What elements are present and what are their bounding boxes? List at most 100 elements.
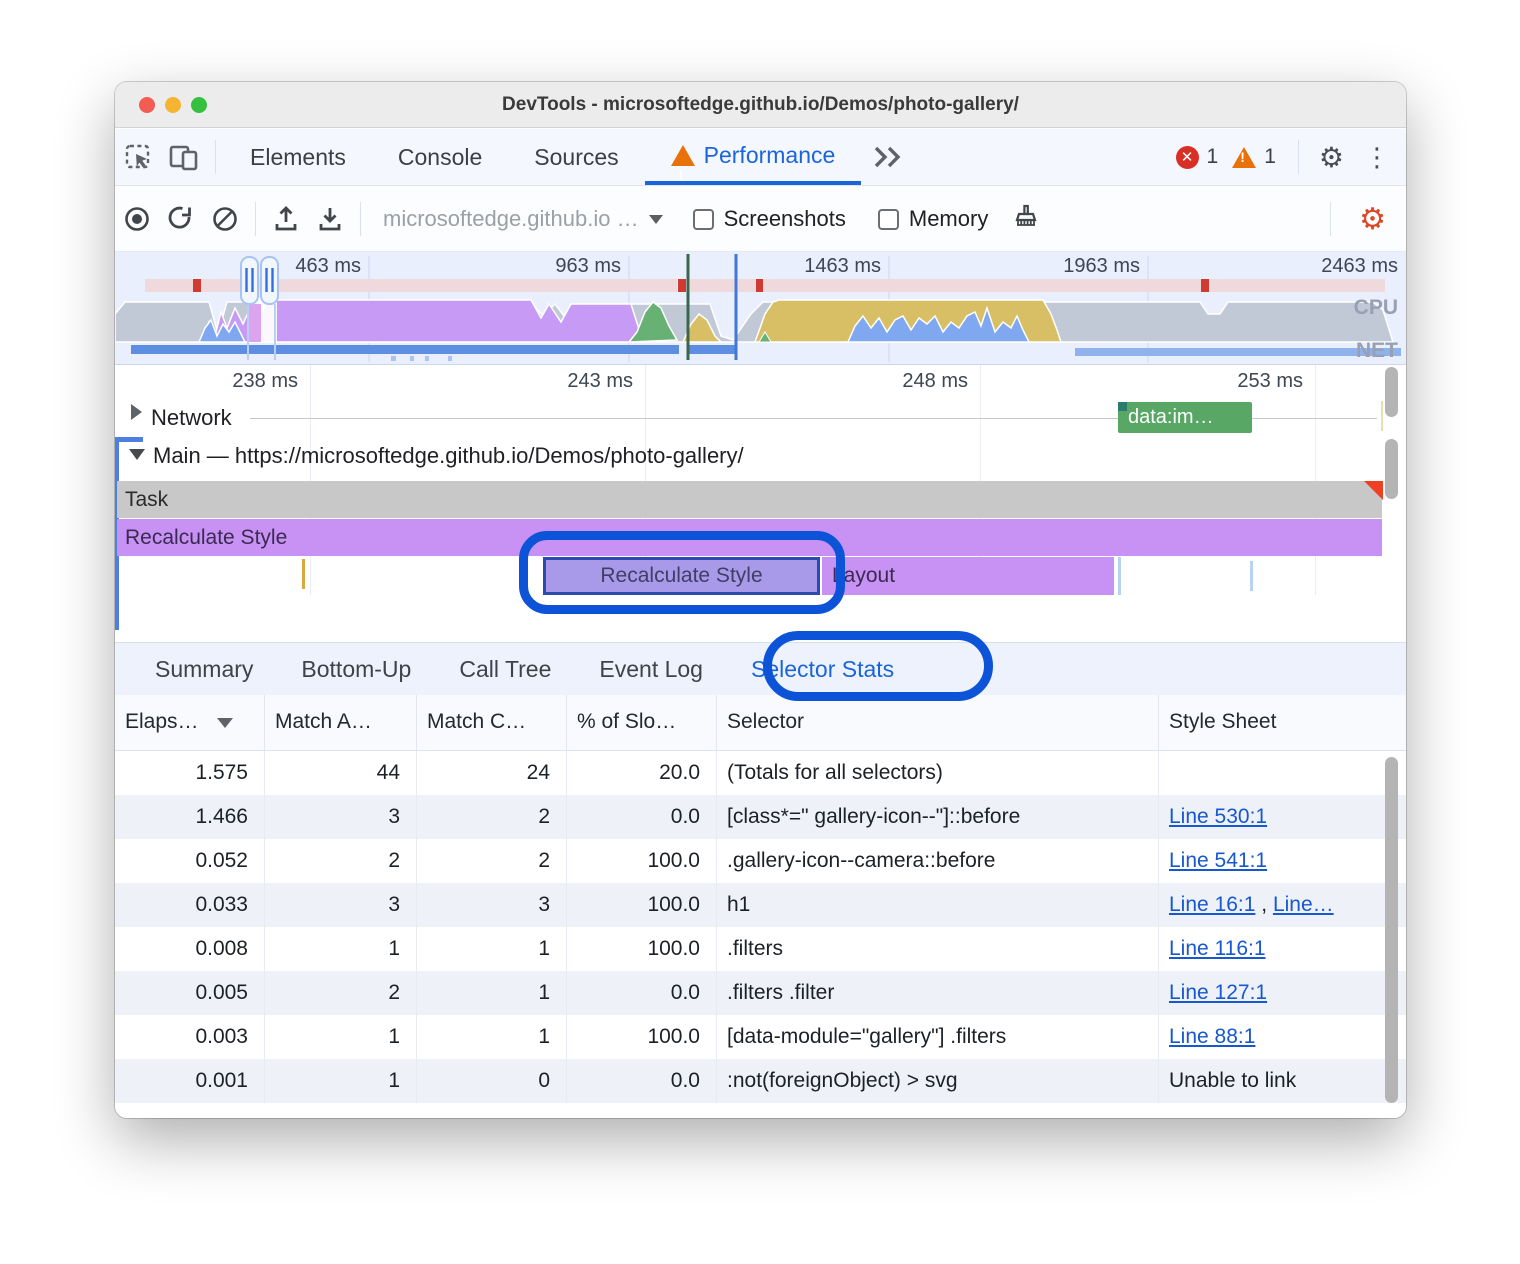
load-profile-button[interactable] <box>264 197 308 241</box>
request-corner-marker <box>1118 402 1127 411</box>
stylesheet-link[interactable]: Line 530:1 <box>1169 805 1267 828</box>
cpu-track-label: CPU <box>1354 296 1398 320</box>
devtools-window: DevTools - microsoftedge.github.io/Demos… <box>115 82 1406 1118</box>
table-row[interactable]: 1.575 44 24 20.0 (Totals for all selecto… <box>115 751 1406 795</box>
tab-sources[interactable]: Sources <box>508 129 644 185</box>
performance-warning-icon <box>671 145 695 166</box>
table-row[interactable]: 0.033 3 3 100.0 h1 Line 16:1 , Line… <box>115 883 1406 927</box>
event-tick <box>1118 557 1121 595</box>
device-toolbar-button[interactable] <box>161 137 207 177</box>
table-row[interactable]: 0.003 1 1 100.0 [data-module="gallery"] … <box>115 1015 1406 1059</box>
window-title: DevTools - microsoftedge.github.io/Demos… <box>115 94 1406 116</box>
network-track-line <box>1252 418 1377 419</box>
clear-recording-button[interactable] <box>203 197 247 241</box>
tab-elements[interactable]: Elements <box>224 129 372 185</box>
col-elapsed[interactable]: Elaps… <box>115 695 265 750</box>
history-dropdown-label: microsoftedge.github.io … <box>383 206 639 232</box>
tab-performance-label: Performance <box>704 127 836 183</box>
stylesheet-link[interactable]: Line 88:1 <box>1169 1025 1255 1048</box>
reload-and-record-button[interactable] <box>159 197 203 241</box>
stylesheet-link[interactable]: Line 127:1 <box>1169 981 1267 1004</box>
divider <box>255 202 256 236</box>
inspect-element-button[interactable] <box>115 137 161 177</box>
network-request-label: data:im… <box>1128 406 1214 428</box>
upload-icon <box>271 204 301 234</box>
table-row[interactable]: 0.005 2 1 0.0 .filters .filter Line 127:… <box>115 971 1406 1015</box>
layout-event-bar[interactable]: Layout <box>822 557 1114 595</box>
annotation-circle-selected-event <box>519 531 845 614</box>
capture-settings-gear-icon[interactable]: ⚙ <box>1339 202 1406 237</box>
record-button[interactable] <box>115 197 159 241</box>
table-row[interactable]: 1.466 3 2 0.0 [class*=" gallery-icon--"]… <box>115 795 1406 839</box>
tab-performance[interactable]: Performance <box>645 129 862 185</box>
inspect-cursor-icon <box>123 142 153 172</box>
tab-console[interactable]: Console <box>372 129 508 185</box>
checkbox-icon[interactable] <box>693 209 714 230</box>
warning-count-icon[interactable] <box>1232 147 1256 168</box>
stylesheet-link[interactable]: Line 116:1 <box>1169 937 1266 960</box>
devtools-tabbar: Elements Console Sources Performance ✕ 1… <box>115 129 1406 186</box>
history-dropdown[interactable]: microsoftedge.github.io … <box>383 206 663 232</box>
network-track-label[interactable]: Network <box>151 405 232 431</box>
table-row[interactable]: 0.001 1 0 0.0 :not(foreignObject) > svg … <box>115 1059 1406 1103</box>
scrollbar-thumb[interactable] <box>1385 757 1398 1103</box>
minor-tick <box>1381 401 1383 431</box>
main-track-label[interactable]: Main — https://microsoftedge.github.io/D… <box>153 443 744 469</box>
collect-garbage-button[interactable] <box>1004 197 1048 241</box>
more-tabs-button[interactable] <box>871 144 905 170</box>
overview-time-label: 463 ms <box>241 255 361 278</box>
table-row[interactable]: 0.008 1 1 100.0 .filters Line 116:1 <box>115 927 1406 971</box>
col-style-sheet[interactable]: Style Sheet <box>1159 695 1406 750</box>
scrollbar-thumb[interactable] <box>1385 439 1398 499</box>
stylesheet-link[interactable]: Line… <box>1273 893 1334 916</box>
settings-gear-icon[interactable]: ⚙ <box>1307 141 1356 174</box>
timeline-overview[interactable]: 463 ms 963 ms 1463 ms 1963 ms 2463 ms CP… <box>115 252 1406 365</box>
screenshots-checkbox[interactable]: Screenshots <box>693 206 846 232</box>
garbage-brush-icon <box>1010 203 1042 235</box>
event-tick <box>302 559 305 589</box>
network-track-line <box>250 418 1118 419</box>
overview-time-label: 1963 ms <box>1020 255 1140 278</box>
sort-desc-icon <box>217 718 233 728</box>
table-row[interactable]: 0.052 2 2 100.0 .gallery-icon--camera::b… <box>115 839 1406 883</box>
stylesheet-link[interactable]: Line 16:1 <box>1169 893 1255 916</box>
annotation-circle-selector-stats <box>763 631 993 701</box>
ruler-label: 243 ms <box>523 370 633 393</box>
error-count[interactable]: 1 <box>1207 145 1219 169</box>
memory-checkbox[interactable]: Memory <box>878 206 988 232</box>
event-tick <box>1250 561 1253 591</box>
stylesheet-link[interactable]: Line 541:1 <box>1169 849 1267 872</box>
ruler-label: 248 ms <box>858 370 968 393</box>
task-bar-label: Task <box>125 488 168 511</box>
selector-stats-table: Elaps… Match A… Match C… % of Slo… Selec… <box>115 695 1406 1118</box>
tab-summary[interactable]: Summary <box>131 643 277 695</box>
gridline <box>1315 365 1316 595</box>
col-selector[interactable]: Selector <box>717 695 1159 750</box>
error-count-icon[interactable]: ✕ <box>1176 146 1199 169</box>
network-expand-icon[interactable] <box>131 404 142 420</box>
table-header: Elaps… Match A… Match C… % of Slo… Selec… <box>115 695 1406 751</box>
scrollbar-thumb[interactable] <box>1385 367 1398 417</box>
ruler-label: 253 ms <box>1193 370 1303 393</box>
col-match-count[interactable]: Match C… <box>417 695 567 750</box>
divider <box>360 202 361 236</box>
main-collapse-icon[interactable] <box>129 449 145 460</box>
divider <box>1330 202 1331 236</box>
tab-event-log[interactable]: Event Log <box>575 643 727 695</box>
double-chevron-icon <box>871 144 905 170</box>
col-slow-pct[interactable]: % of Slo… <box>567 695 717 750</box>
checkbox-icon[interactable] <box>878 209 899 230</box>
chevron-down-icon <box>649 215 663 224</box>
warning-count[interactable]: 1 <box>1264 145 1276 169</box>
tab-bottom-up[interactable]: Bottom-Up <box>277 643 435 695</box>
tab-call-tree[interactable]: Call Tree <box>435 643 575 695</box>
task-bar[interactable]: Task <box>117 481 1382 518</box>
clear-icon <box>210 204 240 234</box>
kebab-menu-icon[interactable]: ⋮ <box>1356 142 1406 173</box>
net-track-label: NET <box>1356 339 1398 363</box>
save-profile-button[interactable] <box>308 197 352 241</box>
col-match-attempts[interactable]: Match A… <box>265 695 417 750</box>
divider <box>215 140 216 174</box>
network-request-badge[interactable]: data:im… <box>1118 402 1252 433</box>
titlebar: DevTools - microsoftedge.github.io/Demos… <box>115 82 1406 128</box>
